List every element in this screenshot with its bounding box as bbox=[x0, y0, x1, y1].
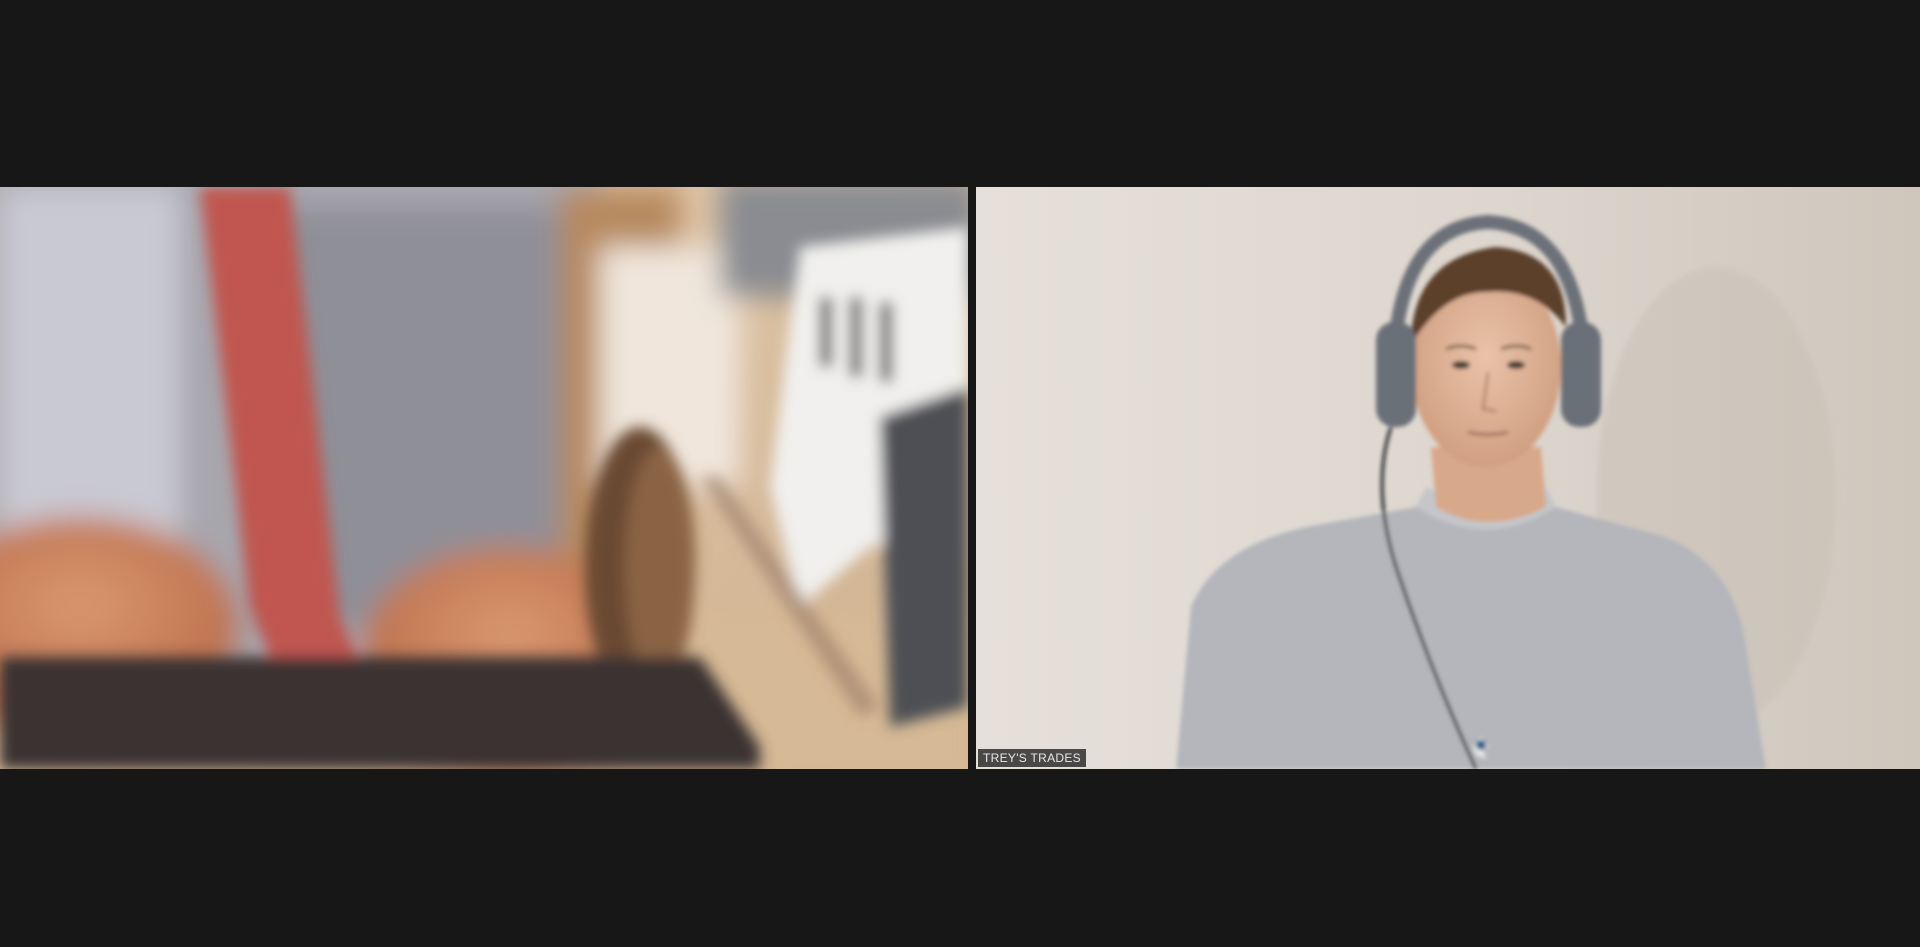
participant-video-tile-1[interactable] bbox=[0, 187, 968, 769]
participant-video-tile-2[interactable]: TREY'S TRADES bbox=[976, 187, 1920, 769]
webcam-video-feed bbox=[976, 187, 1920, 769]
participant-name-label: TREY'S TRADES bbox=[978, 749, 1086, 767]
video-call-gallery: TREY'S TRADES bbox=[0, 0, 1920, 947]
blurred-video-feed bbox=[0, 187, 968, 769]
